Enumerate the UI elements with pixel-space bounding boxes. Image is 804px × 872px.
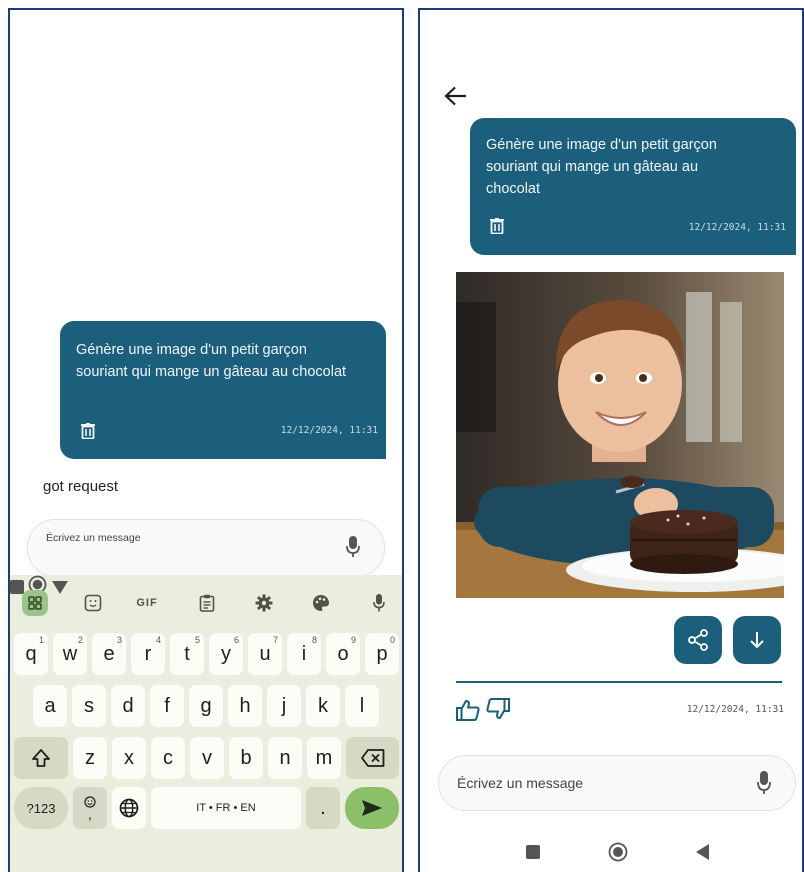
user-message-bubble[interactable]: Génère une image d'un petit garçon souri… [60, 321, 386, 459]
trash-icon[interactable] [81, 423, 95, 439]
space-key[interactable]: IT • FR • EN [151, 787, 301, 829]
keyboard-mic-icon[interactable] [366, 590, 392, 616]
shift-key[interactable] [14, 737, 68, 779]
soft-keyboard: GIF q1 w2 e3 r4 t5 y6 u7 i8 o9 p0 a s d … [10, 575, 402, 872]
shift-icon [32, 749, 50, 767]
share-icon [688, 629, 708, 651]
comma-hint: , [88, 806, 92, 822]
key-j[interactable]: j [267, 685, 301, 727]
key-n[interactable]: n [268, 737, 302, 779]
key-h[interactable]: h [228, 685, 262, 727]
apps-grid-icon[interactable] [22, 590, 48, 616]
thumbs-up-icon[interactable] [456, 699, 480, 721]
user-message-text: Génère une image d'un petit garçon souri… [76, 342, 347, 380]
key-c[interactable]: c [151, 737, 185, 779]
thumbs-down-icon[interactable] [486, 698, 510, 720]
key-z[interactable]: z [73, 737, 107, 779]
bot-reply-text: got request [43, 478, 119, 495]
key-m[interactable]: m [307, 737, 341, 779]
key-i[interactable]: i8 [287, 633, 321, 675]
key-r[interactable]: r4 [131, 633, 165, 675]
clipboard-icon[interactable] [194, 590, 220, 616]
message-timestamp: 12/12/2024, 11:31 [688, 222, 786, 233]
generated-image[interactable] [456, 272, 784, 598]
nav-triangle-icon[interactable] [51, 581, 68, 594]
symbols-key[interactable]: ?123 [14, 787, 68, 829]
sticker-icon[interactable] [80, 590, 106, 616]
mic-icon[interactable] [346, 536, 360, 558]
key-y[interactable]: y6 [209, 633, 243, 675]
right-phone-screen: Génère une image d'un petit garçon souri… [418, 8, 804, 872]
backspace-icon [360, 749, 384, 767]
key-u[interactable]: u7 [248, 633, 282, 675]
response-timestamp: 12/12/2024, 11:31 [686, 704, 784, 715]
period-key[interactable]: . [306, 787, 340, 829]
key-t[interactable]: t5 [170, 633, 204, 675]
nav-circle-icon[interactable] [608, 842, 628, 862]
nav-square-icon[interactable] [10, 580, 24, 594]
key-d[interactable]: d [111, 685, 145, 727]
key-s[interactable]: s [72, 685, 106, 727]
trash-icon[interactable] [490, 218, 504, 234]
globe-icon [119, 798, 139, 818]
mic-icon[interactable] [757, 771, 771, 795]
language-key[interactable] [112, 787, 146, 829]
back-arrow-icon[interactable] [444, 86, 468, 106]
key-e[interactable]: e3 [92, 633, 126, 675]
key-a[interactable]: a [33, 685, 67, 727]
key-p[interactable]: p0 [365, 633, 399, 675]
key-w[interactable]: w2 [53, 633, 87, 675]
key-x[interactable]: x [112, 737, 146, 779]
message-timestamp: 12/12/2024, 11:31 [280, 425, 378, 436]
message-input-placeholder: Écrivez un message [457, 775, 584, 791]
key-q[interactable]: q1 [14, 633, 48, 675]
message-input[interactable]: Écrivez un message [27, 519, 385, 577]
nav-square-icon[interactable] [526, 845, 540, 859]
user-message-bubble[interactable]: Génère une image d'un petit garçon souri… [470, 118, 796, 255]
share-button[interactable] [674, 616, 722, 664]
backspace-key[interactable] [346, 737, 399, 779]
key-f[interactable]: f [150, 685, 184, 727]
gear-icon[interactable] [251, 590, 277, 616]
emoji-key[interactable]: , [73, 787, 107, 829]
key-v[interactable]: v [190, 737, 224, 779]
palette-icon[interactable] [308, 590, 334, 616]
key-l[interactable]: l [345, 685, 379, 727]
gif-button[interactable]: GIF [134, 590, 160, 616]
nav-back-icon[interactable] [696, 844, 709, 860]
download-icon [750, 632, 764, 649]
key-k[interactable]: k [306, 685, 340, 727]
key-b[interactable]: b [229, 737, 263, 779]
response-divider [456, 681, 782, 683]
send-icon [362, 800, 382, 816]
key-g[interactable]: g [189, 685, 223, 727]
message-input-placeholder: Écrivez un message [46, 532, 141, 544]
send-key[interactable] [345, 787, 399, 829]
key-o[interactable]: o9 [326, 633, 360, 675]
message-input[interactable]: Écrivez un message [438, 755, 796, 811]
download-button[interactable] [733, 616, 781, 664]
user-message-text: Génère une image d'un petit garçon souri… [486, 137, 717, 197]
left-phone-screen: Génère une image d'un petit garçon souri… [8, 8, 404, 872]
